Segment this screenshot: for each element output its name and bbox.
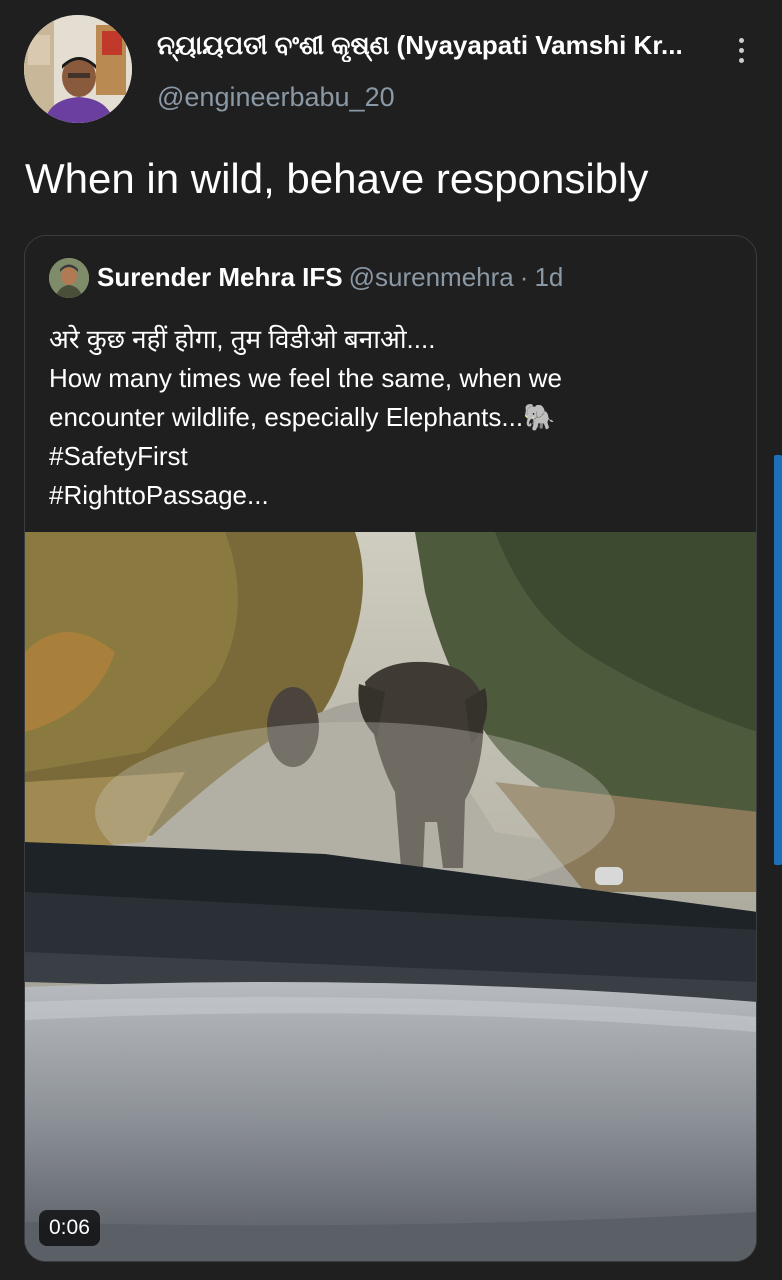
hashtag-righttopassage[interactable]: #RighttoPassage... (49, 476, 739, 515)
tweet-text: When in wild, behave responsibly (25, 155, 649, 202)
author-handle[interactable]: @engineerbabu_20 (157, 82, 395, 113)
quoted-text-line: अरे कुछ नहीं होगा, तुम विडीओ बनाओ.... (49, 324, 436, 354)
quoted-text-line: encounter wildlife, especially Elephants… (49, 402, 556, 432)
quoted-header: Surender Mehra IFS @surenmehra · 1d (97, 262, 563, 293)
quoted-timestamp[interactable]: 1d (534, 262, 563, 292)
video-duration-badge: 0:06 (39, 1210, 100, 1246)
tweet-header: ନ୍ୟାୟପତୀ ବଂଶୀ କୃଷ୍ଣ (Nyayapati Vamshi Kr… (0, 0, 782, 130)
video-frame-illustration (25, 532, 756, 1261)
quoted-text-line: How many times we feel the same, when we (49, 363, 562, 393)
author-avatar[interactable] (24, 15, 132, 123)
hashtag-safetyfirst[interactable]: #SafetyFirst (49, 437, 739, 476)
quoted-tweet-card[interactable]: Surender Mehra IFS @surenmehra · 1d अरे कुछ… (24, 235, 757, 1262)
separator-dot: · (519, 262, 529, 292)
quoted-author-handle[interactable]: @surenmehra (349, 262, 514, 292)
author-name[interactable]: ନ୍ୟାୟପତୀ ବଂଶୀ କୃଷ୍ଣ (Nyayapati Vamshi Kr… (157, 30, 717, 62)
quoted-text: अरे कुछ नहीं होगा, तुम विडीओ बनाओ.... Ho… (49, 320, 739, 515)
more-vertical-icon[interactable] (726, 30, 756, 70)
quoted-author-avatar[interactable] (49, 258, 89, 298)
scroll-indicator[interactable] (774, 455, 782, 865)
quoted-author-name[interactable]: Surender Mehra IFS (97, 262, 343, 292)
video-thumbnail[interactable]: 0:06 (25, 532, 756, 1261)
